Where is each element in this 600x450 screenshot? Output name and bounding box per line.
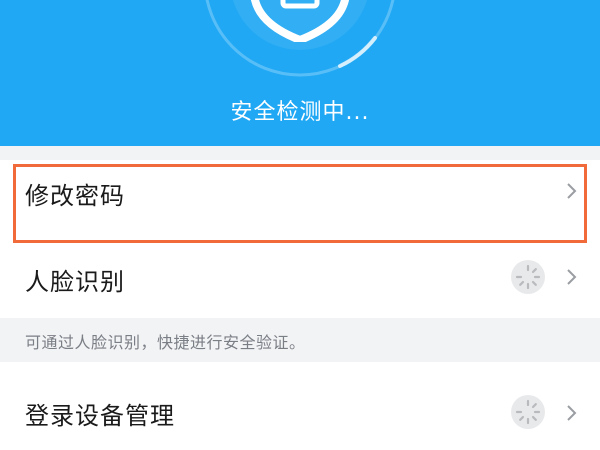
change-password-label: 修改密码 bbox=[25, 182, 125, 210]
chevron-right-icon bbox=[567, 183, 577, 199]
change-password-row[interactable]: 修改密码 bbox=[0, 160, 600, 246]
chevron-right-icon bbox=[567, 269, 577, 285]
face-recognition-row[interactable]: 人脸识别 bbox=[0, 246, 600, 318]
login-device-management-row[interactable]: 登录设备管理 bbox=[0, 362, 600, 450]
loading-spinner-icon bbox=[511, 260, 545, 294]
face-recognition-hint: 可通过人脸识别，快捷进行安全验证。 bbox=[0, 318, 600, 362]
security-status-text: 安全检测中... bbox=[230, 100, 370, 125]
face-recognition-hint-text: 可通过人脸识别，快捷进行安全验证。 bbox=[25, 333, 306, 352]
chevron-right-icon bbox=[567, 405, 577, 421]
shield-icon bbox=[251, 0, 349, 42]
security-check-header: 安全检测中... bbox=[0, 0, 600, 146]
face-recognition-label: 人脸识别 bbox=[25, 268, 125, 296]
loading-spinner-icon bbox=[511, 395, 545, 429]
login-device-management-label: 登录设备管理 bbox=[25, 402, 175, 430]
